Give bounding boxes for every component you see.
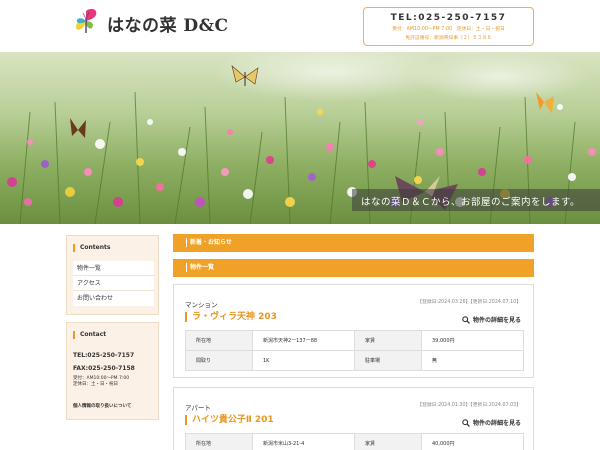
spec-value: 39,000円	[421, 330, 524, 351]
news-title: 新着・お知らせ	[186, 238, 232, 247]
property-name[interactable]: ハイツ貴公子Ⅱ 201	[185, 415, 274, 425]
property-detail-link[interactable]: 物件の詳細を見る	[462, 315, 521, 324]
sidebar-tel[interactable]: TEL:025-250-7157	[73, 352, 134, 359]
property-list-title: 物件一覧	[186, 263, 214, 272]
table-row: 所在地 新潟市米山3-21-4 家賃 40,000円	[185, 433, 524, 450]
sidebar-contact: Contact TEL:025-250-7157 FAX:025-250-715…	[66, 322, 159, 420]
property-card: マンション 【登録日:2024.03.26】【更新日:2024.07.10】 ラ…	[173, 284, 534, 378]
header-tel[interactable]: TEL:025-250-7157	[364, 13, 533, 24]
table-row: 所在地 新潟市天神2ー137ー88 家賃 39,000円	[185, 330, 524, 351]
spec-key: 家賃	[354, 433, 422, 450]
site-header: はなの菜 D&C TEL:025-250-7157 受付：AM10:00〜PM …	[0, 0, 600, 52]
table-row: 間取り 1K 駐車場 無	[185, 350, 524, 371]
site-logo[interactable]: はなの菜 D&C	[72, 7, 229, 39]
hero-caption: はなの菜Ｄ＆Ｃから、お部屋のご案内をします。	[352, 189, 600, 211]
spec-key: 駐車場	[354, 350, 422, 371]
header-hours: 受付：AM10:00〜PM 7:00 定休日：土・日・祝日	[392, 27, 505, 32]
spec-key: 家賃	[354, 330, 422, 351]
news-section-bar: 新着・お知らせ	[173, 234, 534, 252]
property-type: マンション	[185, 301, 218, 309]
sidebar-contents: Contents 物件一覧 アクセス お問い合わせ	[66, 235, 159, 315]
privacy-link[interactable]: 個人情報の取り扱いについて	[73, 404, 131, 410]
property-list-bar: 物件一覧	[173, 259, 534, 277]
detail-link-label: 物件の詳細を見る	[472, 420, 521, 427]
header-contact-box: TEL:025-250-7157 受付：AM10:00〜PM 7:00 定休日：…	[363, 7, 534, 46]
sidebar-fax: FAX:025-250-7158	[73, 365, 135, 372]
logo-text: はなの菜 D&C	[107, 15, 229, 36]
butterfly-icon	[70, 118, 86, 138]
spec-value: 40,000円	[421, 433, 524, 450]
search-icon	[462, 315, 470, 324]
spec-value: 1K	[252, 350, 355, 371]
sidebar-holidays: 定休日：土・日・祝日	[73, 382, 118, 387]
property-type: アパート	[185, 404, 211, 412]
property-dates: 【登録日:2024.01.30】【更新日:2024.07.03】	[417, 403, 521, 408]
butterfly-logo-icon	[75, 8, 97, 33]
property-name[interactable]: ラ・ヴィラ天神 203	[185, 312, 277, 322]
sidebar-item-access[interactable]: アクセス	[73, 276, 154, 291]
spec-key: 間取り	[185, 350, 253, 371]
detail-link-label: 物件の詳細を見る	[472, 317, 521, 324]
property-detail-link[interactable]: 物件の詳細を見る	[462, 418, 521, 427]
spec-key: 所在地	[185, 330, 253, 351]
sidebar-menu: 物件一覧 アクセス お問い合わせ	[73, 261, 154, 306]
sidebar-item-property-list[interactable]: 物件一覧	[73, 261, 154, 276]
property-card: アパート 【登録日:2024.01.30】【更新日:2024.07.03】 ハイ…	[173, 387, 534, 450]
sidebar-item-inquiry[interactable]: お問い合わせ	[73, 291, 154, 306]
contact-heading: Contact	[73, 331, 106, 339]
search-icon	[462, 418, 470, 427]
contents-heading: Contents	[73, 244, 110, 252]
spec-value: 新潟市米山3-21-4	[252, 433, 355, 450]
spec-key: 所在地	[185, 433, 253, 450]
property-spec-table: 所在地 新潟市天神2ー137ー88 家賃 39,000円 間取り 1K 駐車場 …	[185, 330, 524, 371]
property-spec-table: 所在地 新潟市米山3-21-4 家賃 40,000円	[185, 433, 524, 450]
spec-value: 無	[421, 350, 524, 371]
property-dates: 【登録日:2024.03.26】【更新日:2024.07.10】	[417, 300, 521, 305]
hero-caption-text: はなの菜Ｄ＆Ｃから、お部屋のご案内をします。	[361, 197, 581, 208]
header-license: 免許証番号：新潟県知事（２）５３８６	[405, 36, 492, 41]
spec-value: 新潟市天神2ー137ー88	[252, 330, 355, 351]
hero-banner: はなの菜Ｄ＆Ｃから、お部屋のご案内をします。	[0, 52, 600, 224]
